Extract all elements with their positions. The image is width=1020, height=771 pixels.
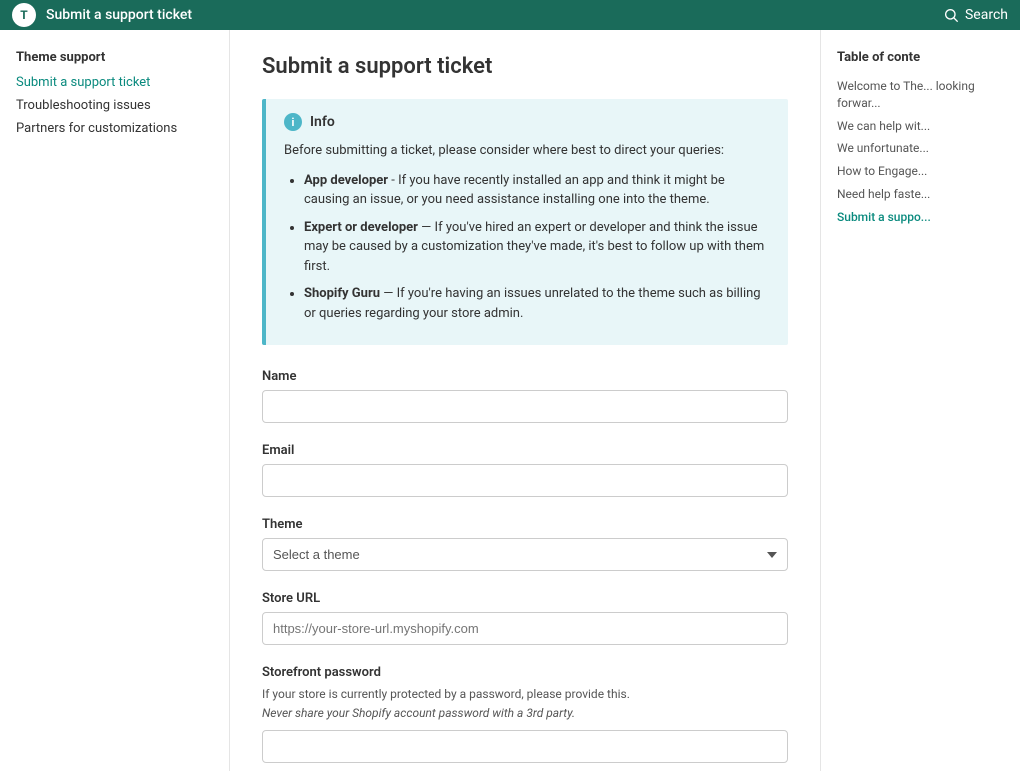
header-search[interactable]: Search [943, 7, 1008, 23]
header: T Submit a support ticket Search [0, 0, 1020, 30]
info-box-title: Info [310, 114, 335, 130]
sidebar-item-partners[interactable]: Partners for customizations [16, 119, 213, 138]
toc-item-1[interactable]: We can help wit... [837, 115, 1004, 138]
info-box-body: Before submitting a ticket, please consi… [284, 141, 770, 323]
search-icon [943, 7, 959, 23]
info-intro: Before submitting a ticket, please consi… [284, 141, 770, 161]
bullet-bold-2: Expert or developer [304, 220, 418, 235]
theme-label: Theme [262, 517, 788, 532]
email-label: Email [262, 443, 788, 458]
form-group-storefront-password: Storefront password If your store is cur… [262, 665, 788, 763]
bullet-bold-1: App developer [304, 173, 388, 188]
storefront-password-input[interactable] [262, 730, 788, 763]
main-content: Submit a support ticket i Info Before su… [230, 30, 820, 771]
info-box: i Info Before submitting a ticket, pleas… [262, 99, 788, 345]
store-url-input[interactable] [262, 612, 788, 645]
info-bullets: App developer - If you have recently ins… [284, 171, 770, 324]
info-box-header: i Info [284, 113, 770, 131]
toc-item-3[interactable]: How to Engage... [837, 160, 1004, 183]
info-bullet-expert: Expert or developer — If you've hired an… [304, 218, 770, 277]
theme-select[interactable]: Select a theme [262, 538, 788, 571]
sidebar: Theme support Submit a support ticket Tr… [0, 30, 230, 771]
sidebar-section-title: Theme support [16, 50, 213, 65]
toc-sidebar: Table of conte Welcome to The... looking… [820, 30, 1020, 771]
sidebar-item-troubleshooting[interactable]: Troubleshooting issues [16, 96, 213, 115]
toc-item-0[interactable]: Welcome to The... looking forwar... [837, 75, 1004, 115]
header-logo: T [12, 3, 36, 27]
header-title: Submit a support ticket [46, 7, 192, 23]
toc-item-4[interactable]: Need help faste... [837, 183, 1004, 206]
form-group-email: Email [262, 443, 788, 497]
info-bullet-shopify-guru: Shopify Guru — If you're having an issue… [304, 284, 770, 323]
form-group-theme: Theme Select a theme [262, 517, 788, 571]
toc-item-2[interactable]: We unfortunate... [837, 137, 1004, 160]
info-icon: i [284, 113, 302, 131]
name-input[interactable] [262, 390, 788, 423]
email-input[interactable] [262, 464, 788, 497]
store-url-label: Store URL [262, 591, 788, 606]
info-bullet-app-developer: App developer - If you have recently ins… [304, 171, 770, 210]
header-left: T Submit a support ticket [12, 3, 192, 27]
page-title: Submit a support ticket [262, 54, 788, 79]
name-label: Name [262, 369, 788, 384]
storefront-password-italic: Never share your Shopify account passwor… [262, 705, 788, 722]
toc-item-5[interactable]: Submit a suppo... [837, 206, 1004, 229]
toc-title: Table of conte [837, 50, 1004, 65]
search-label: Search [965, 7, 1008, 23]
storefront-password-label: Storefront password [262, 665, 788, 680]
form-group-name: Name [262, 369, 788, 423]
storefront-password-desc: If your store is currently protected by … [262, 686, 788, 703]
form-group-store-url: Store URL [262, 591, 788, 645]
sidebar-item-submit-ticket[interactable]: Submit a support ticket [16, 73, 213, 92]
layout: Theme support Submit a support ticket Tr… [0, 30, 1020, 771]
bullet-bold-3: Shopify Guru [304, 286, 380, 301]
